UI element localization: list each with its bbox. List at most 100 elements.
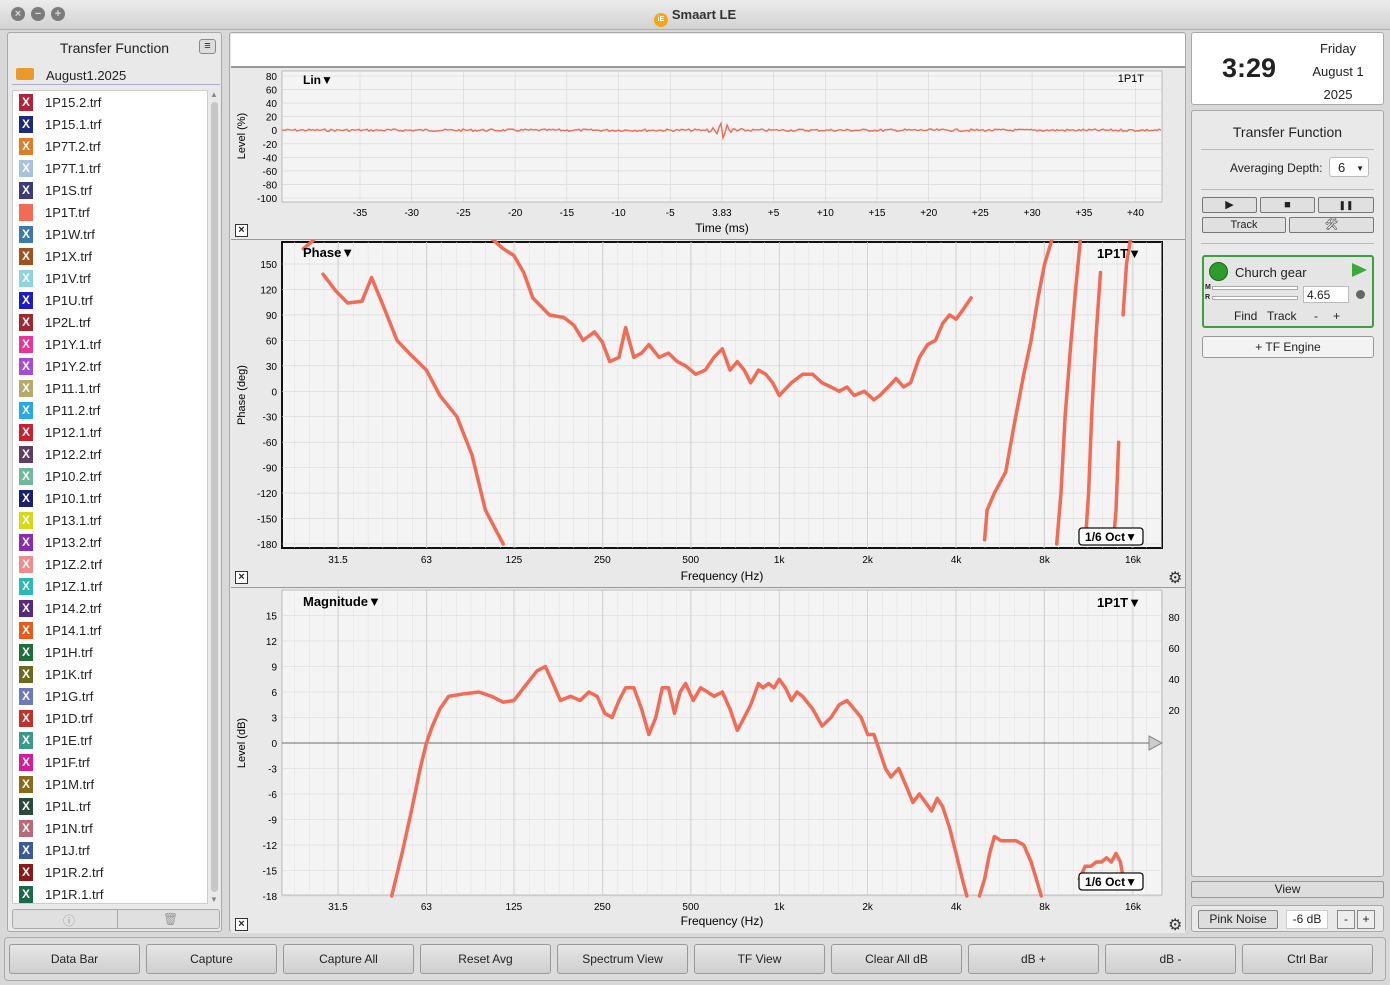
command-button-clear-all-db[interactable]: Clear All dB xyxy=(831,944,962,974)
file-list[interactable]: X 1P15.2.trf X 1P15.1.trf X 1P7T.2.trf X 1P7T.1… xyxy=(12,90,208,904)
noise-level-plus-button[interactable]: + xyxy=(1357,910,1375,929)
file-list-item[interactable]: X 1P13.2.trf xyxy=(13,531,207,553)
engine-status-led[interactable] xyxy=(1209,262,1228,281)
file-list-item[interactable]: X 1P1K.trf xyxy=(13,663,207,685)
view-button[interactable]: View xyxy=(1191,881,1384,898)
file-list-item[interactable]: X 1P10.2.trf xyxy=(13,465,207,487)
file-list-item[interactable]: X 1P1M.trf xyxy=(13,773,207,795)
file-list-item[interactable]: X 1P13.1.trf xyxy=(13,509,207,531)
file-list-item[interactable]: X 1P1J.trf xyxy=(13,839,207,861)
file-list-item[interactable]: X 1P1E.trf xyxy=(13,729,207,751)
file-list-item[interactable]: X 1P7T.2.trf xyxy=(13,135,207,157)
scroll-down-icon[interactable]: ▼ xyxy=(210,895,218,904)
file-list-item[interactable]: X 1P15.2.trf xyxy=(13,91,207,113)
find-delay-button[interactable]: Find xyxy=(1234,309,1257,323)
file-list-item[interactable]: X 1P1D.trf xyxy=(13,707,207,729)
trash-icon[interactable]: 🗑 xyxy=(163,912,178,926)
phase-settings-gear-icon[interactable]: ⚙ xyxy=(1168,568,1182,588)
delay-minus-button[interactable]: - xyxy=(1314,309,1318,323)
impulse-svg[interactable]: 80 60 40 20 0 -20 -40 -60 -80 -100 -35 -30 -25 -20 -1… xyxy=(231,68,1185,240)
command-button-data-bar[interactable]: Data Bar xyxy=(9,944,140,974)
close-magnitude-plot-button[interactable]: × xyxy=(235,918,248,931)
file-list-item[interactable]: X 1P1R.1.trf xyxy=(13,883,207,903)
track-button[interactable]: Track xyxy=(1202,217,1286,233)
file-list-item[interactable]: X 1P1N.trf xyxy=(13,817,207,839)
file-name: 1P10.1.trf xyxy=(45,491,102,506)
file-list-item[interactable]: X 1P12.1.trf xyxy=(13,421,207,443)
tf-engine-card[interactable]: Church gear M R 4.65 Find Track - + xyxy=(1202,255,1374,328)
file-list-item[interactable]: X 1P1X.trf xyxy=(13,245,207,267)
phase-view-label[interactable]: Phase▼ xyxy=(303,245,354,260)
delay-plus-button[interactable]: + xyxy=(1333,309,1340,323)
command-button-capture-all[interactable]: Capture All xyxy=(283,944,414,974)
close-impulse-plot-button[interactable]: × xyxy=(235,224,248,237)
file-list-item[interactable]: X 1P1U.trf xyxy=(13,289,207,311)
file-list-item[interactable]: X 1P10.1.trf xyxy=(13,487,207,509)
file-list-item[interactable]: X 1P1Z.1.trf xyxy=(13,575,207,597)
file-list-item[interactable]: X 1P1Y.2.trf xyxy=(13,355,207,377)
file-list-item[interactable]: X 1P14.1.trf xyxy=(13,619,207,641)
app-title: Smaart LE xyxy=(671,7,737,22)
play-button[interactable]: ▶ xyxy=(1202,197,1257,213)
file-list-item[interactable]: 1P1T.trf xyxy=(13,201,207,223)
engine-play-icon[interactable] xyxy=(1352,263,1367,277)
file-list-item[interactable]: X 1P1S.trf xyxy=(13,179,207,201)
delay-value-field[interactable]: 4.65 xyxy=(1303,286,1349,303)
command-button-spectrum-view[interactable]: Spectrum View xyxy=(557,944,688,974)
magnitude-settings-gear-icon[interactable]: ⚙ xyxy=(1168,915,1182,935)
file-list-item[interactable]: X 1P1R.2.trf xyxy=(13,861,207,883)
command-button-reset-avg[interactable]: Reset Avg xyxy=(420,944,551,974)
sidebar-menu-button[interactable]: ≡ xyxy=(199,39,216,54)
file-list-item[interactable]: X 1P12.2.trf xyxy=(13,443,207,465)
measurement-level-meter xyxy=(1212,286,1298,290)
noise-level-field[interactable]: -6 dB xyxy=(1286,910,1328,929)
file-list-item[interactable]: X 1P2L.trf xyxy=(13,311,207,333)
file-list-item[interactable]: X 1P1G.trf xyxy=(13,685,207,707)
stop-button[interactable]: ■ xyxy=(1260,197,1315,213)
tools-icon[interactable]: 🛠 xyxy=(1289,217,1374,233)
file-icon: X xyxy=(19,886,33,903)
y-tick-label: 15 xyxy=(266,612,278,623)
file-list-item[interactable]: X 1P1W.trf xyxy=(13,223,207,245)
track-delay-button[interactable]: Track xyxy=(1267,309,1297,323)
y-tick-label: 12 xyxy=(266,637,278,648)
file-list-item[interactable]: X 1P1H.trf xyxy=(13,641,207,663)
file-list-item[interactable]: X 1P1Z.2.trf xyxy=(13,553,207,575)
file-list-item[interactable]: X 1P1V.trf xyxy=(13,267,207,289)
command-button-capture[interactable]: Capture xyxy=(146,944,277,974)
noise-level-minus-button[interactable]: - xyxy=(1337,910,1355,929)
file-list-item[interactable]: X 1P14.2.trf xyxy=(13,597,207,619)
close-phase-plot-button[interactable]: × xyxy=(235,571,248,584)
averaging-depth-select[interactable]: 6 ▼ xyxy=(1329,157,1369,177)
file-list-item[interactable]: X 1P11.1.trf xyxy=(13,377,207,399)
magnitude-svg[interactable]: 15129630-3-6-9-12-15-18 80604020 31.5 63 1… xyxy=(231,588,1185,934)
file-list-scrollbar[interactable]: ▲ ▼ xyxy=(209,90,220,904)
impulse-scale-label[interactable]: Lin▼ xyxy=(303,73,333,87)
clock-panel: 3:29 Friday August 1 2025 xyxy=(1191,32,1384,105)
file-list-item[interactable]: X 1P7T.1.trf xyxy=(13,157,207,179)
add-tf-engine-button[interactable]: + TF Engine xyxy=(1202,336,1374,358)
command-button-tf-view[interactable]: TF View xyxy=(694,944,825,974)
file-list-item[interactable]: X 1P15.1.trf xyxy=(13,113,207,135)
magnitude-view-label[interactable]: Magnitude▼ xyxy=(303,594,381,609)
phase-measurement-label[interactable]: 1P1T▼ xyxy=(1097,246,1141,261)
file-list-item[interactable]: X 1P1Y.1.trf xyxy=(13,333,207,355)
file-list-item[interactable]: X 1P11.2.trf xyxy=(13,399,207,421)
phase-svg[interactable]: 150 120 90 60 30 0 -30 -60 -90 -120 -150 -180 31.5 6… xyxy=(231,236,1185,588)
command-button-db[interactable]: dB - xyxy=(1105,944,1236,974)
impulse-y-ticks: 80 60 40 20 0 -20 -40 -60 -80 -100 xyxy=(257,72,277,205)
phase-smoothing-label[interactable]: 1/6 Oct▼ xyxy=(1085,530,1137,544)
magnitude-measurement-label[interactable]: 1P1T▼ xyxy=(1097,595,1141,610)
command-button-ctrl-bar[interactable]: Ctrl Bar xyxy=(1242,944,1373,974)
file-list-item[interactable]: X 1P1L.trf xyxy=(13,795,207,817)
command-button-db[interactable]: dB + xyxy=(968,944,1099,974)
pause-button[interactable]: ❚❚ xyxy=(1318,197,1374,213)
magnitude-smoothing-label[interactable]: 1/6 Oct▼ xyxy=(1085,875,1137,889)
scroll-up-icon[interactable]: ▲ xyxy=(210,90,218,99)
pink-noise-button[interactable]: Pink Noise xyxy=(1198,910,1278,929)
info-icon[interactable]: ⓘ xyxy=(63,912,75,929)
folder-icon xyxy=(16,68,34,80)
folder-row[interactable]: August1.2025 xyxy=(12,63,220,85)
file-list-item[interactable]: X 1P1F.trf xyxy=(13,751,207,773)
scroll-thumb[interactable] xyxy=(211,102,218,892)
